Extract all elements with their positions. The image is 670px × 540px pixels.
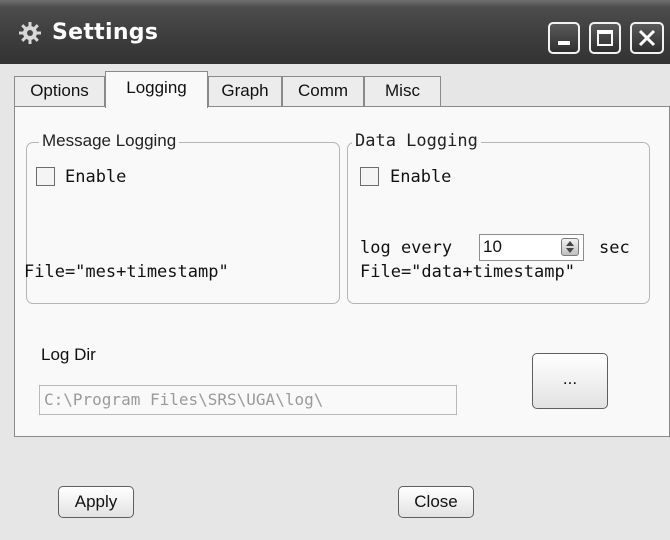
log-every-label: log every xyxy=(360,238,453,258)
close-button[interactable]: Close xyxy=(398,486,474,518)
logging-panel: Message Logging Enable File="mes+timesta… xyxy=(14,106,670,437)
tab-graph[interactable]: Graph xyxy=(208,76,282,106)
tab-options[interactable]: Options xyxy=(14,76,105,106)
data-logging-enable-checkbox[interactable] xyxy=(360,167,379,186)
minimize-button[interactable] xyxy=(548,22,580,54)
settings-window: Settings Options Logging Graph Comm Misc… xyxy=(0,0,670,540)
tab-comm[interactable]: Comm xyxy=(282,76,364,106)
gear-icon xyxy=(18,21,42,45)
message-logging-file-text: File="mes+timestamp" xyxy=(24,262,229,282)
message-logging-enable-label[interactable]: Enable xyxy=(65,167,126,187)
log-every-unit: sec xyxy=(599,238,630,258)
tab-logging[interactable]: Logging xyxy=(105,71,208,108)
log-every-spinbox[interactable]: 10 xyxy=(479,234,584,261)
close-window-button[interactable] xyxy=(630,22,664,54)
maximize-button[interactable] xyxy=(589,22,621,54)
log-dir-path-field[interactable]: C:\Program Files\SRS\UGA\log\ xyxy=(39,385,457,415)
close-icon xyxy=(638,29,656,47)
window-title: Settings xyxy=(52,20,159,45)
log-dir-label: Log Dir xyxy=(41,345,96,364)
data-logging-enable-label[interactable]: Enable xyxy=(390,167,451,187)
message-logging-group: Message Logging Enable File="mes+timesta… xyxy=(24,131,340,304)
apply-button[interactable]: Apply xyxy=(58,486,134,518)
message-logging-title: Message Logging xyxy=(39,131,180,151)
browse-button[interactable]: ... xyxy=(532,353,608,409)
title-bar[interactable]: Settings xyxy=(0,0,670,64)
data-logging-group: Data Logging Enable log every 10 sec Fil… xyxy=(347,131,650,304)
data-logging-file-text: File="data+timestamp" xyxy=(360,262,575,282)
minimize-icon xyxy=(558,41,570,45)
data-logging-title: Data Logging xyxy=(352,131,481,151)
message-logging-enable-checkbox[interactable] xyxy=(36,167,55,186)
maximize-icon xyxy=(597,30,613,46)
tab-misc[interactable]: Misc xyxy=(364,76,441,106)
spin-arrows-icon[interactable] xyxy=(561,238,579,256)
log-every-value[interactable]: 10 xyxy=(483,237,502,257)
